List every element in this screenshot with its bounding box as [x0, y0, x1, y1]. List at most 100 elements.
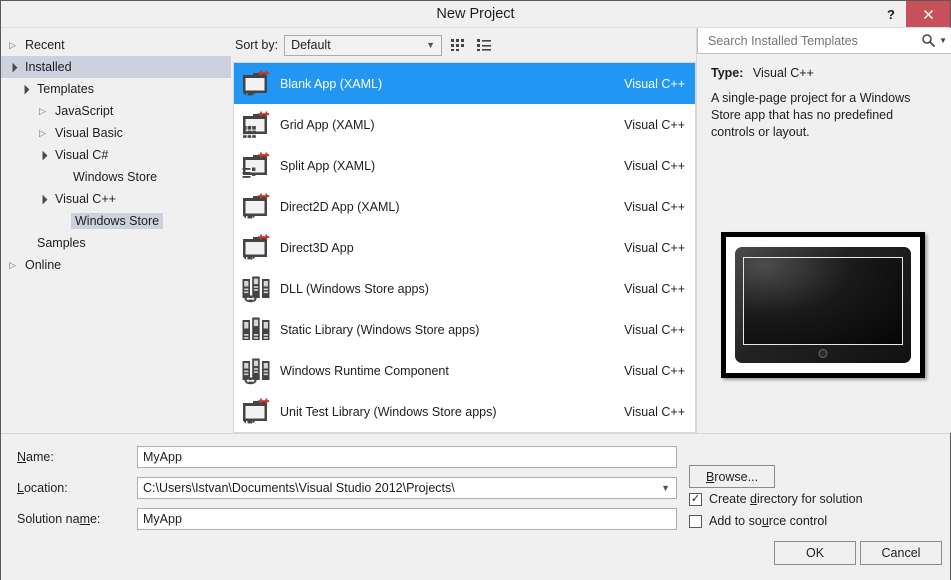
- solution-name-label: Solution name:: [17, 511, 101, 526]
- template-name: Windows Runtime Component: [280, 363, 449, 378]
- template-name: Blank App (XAML): [280, 76, 383, 91]
- type-line: Type: Visual C++: [711, 66, 939, 80]
- chevron-right-icon[interactable]: [39, 128, 53, 139]
- static-library-icon: [242, 317, 270, 340]
- type-value: Visual C++: [752, 66, 814, 80]
- tree-item-label: Samples: [37, 236, 86, 250]
- template-list-item[interactable]: Direct2D App (XAML) Visual C++: [234, 186, 695, 227]
- tree-item-visual-c-[interactable]: Visual C#: [1, 144, 231, 166]
- tree-item-windows-store[interactable]: Windows Store: [1, 210, 231, 232]
- template-list-item[interactable]: Blank App (XAML) Visual C++: [234, 63, 695, 104]
- device-home-button: [818, 349, 828, 358]
- chevron-right-icon[interactable]: [9, 40, 23, 51]
- checkbox-box: [689, 514, 702, 528]
- tree-item-label: Installed: [25, 60, 72, 74]
- window-title: New Project: [436, 5, 515, 22]
- chevron-down-icon[interactable]: [39, 194, 53, 205]
- check-icon: ✓: [690, 492, 701, 505]
- chevron-right-icon[interactable]: [39, 106, 53, 117]
- chevron-right-icon[interactable]: [9, 260, 23, 271]
- template-preview-image: [721, 232, 925, 378]
- chevron-down-icon[interactable]: [39, 150, 53, 161]
- list-view-button[interactable]: [474, 35, 494, 55]
- template-language: Visual C++: [624, 404, 685, 419]
- template-list[interactable]: Blank App (XAML) Visual C++ Grid App (XAML…: [233, 62, 696, 433]
- cancel-button[interactable]: Cancel: [860, 541, 942, 565]
- template-list-item[interactable]: Split App (XAML) Visual C++: [234, 145, 695, 186]
- project-settings-form: Name: Location: C:\Users\Istvan\Document…: [1, 433, 950, 580]
- tree-item-online[interactable]: Online: [1, 254, 231, 276]
- tree-item-samples[interactable]: Samples: [1, 232, 231, 254]
- search-button[interactable]: ▼: [921, 33, 947, 48]
- help-button[interactable]: ?: [876, 1, 906, 27]
- template-list-item[interactable]: Grid App (XAML) Visual C++: [234, 104, 695, 145]
- search-box[interactable]: ▼: [697, 28, 951, 54]
- template-name: Direct3D App: [280, 240, 354, 255]
- template-details: Type: Visual C++ A single-page project f…: [697, 54, 951, 433]
- template-list-item[interactable]: Unit Test Library (Windows Store apps) Vi…: [234, 391, 695, 432]
- search-icon: [922, 34, 936, 48]
- template-language: Visual C++: [624, 281, 685, 296]
- split-app-icon: [240, 150, 272, 182]
- dialog-body: Recent Installed Templates JavaScript Visual…: [1, 28, 951, 433]
- tiles-view-icon: [451, 39, 465, 51]
- tree-item-label: JavaScript: [55, 104, 114, 118]
- new-project-dialog: New Project ? Recent Installed Templates Ja…: [0, 0, 951, 580]
- sort-by-label: Sort by:: [235, 38, 279, 52]
- chevron-down-icon[interactable]: ▼: [661, 483, 670, 493]
- search-input[interactable]: [706, 32, 922, 49]
- window-plusplus-icon: [243, 193, 270, 218]
- chevron-down-icon[interactable]: [9, 62, 23, 73]
- add-source-control-checkbox[interactable]: Add to source control: [689, 514, 827, 528]
- template-name: Direct2D App (XAML): [280, 199, 400, 214]
- template-name: Grid App (XAML): [280, 117, 375, 132]
- device-screen: [743, 256, 903, 345]
- template-name: DLL (Windows Store apps): [280, 281, 429, 296]
- template-language: Visual C++: [624, 199, 685, 214]
- add-source-control-label: Add to source control: [709, 514, 828, 528]
- tree-item-label: Windows Store: [71, 213, 164, 229]
- tree-item-visual-basic[interactable]: Visual Basic: [1, 122, 231, 144]
- location-label: Location:: [17, 480, 68, 495]
- template-list-item[interactable]: Direct3D App Visual C++: [234, 227, 695, 268]
- list-view-icon: [477, 39, 492, 51]
- sort-bar: Sort by: Default ▼: [231, 28, 696, 62]
- dll-library-icon: [242, 276, 270, 302]
- solution-name-input[interactable]: [137, 507, 677, 530]
- browse-button[interactable]: Browse...: [689, 465, 775, 488]
- tiles-view-button[interactable]: [448, 35, 468, 55]
- window-plusplus-icon: [240, 191, 272, 223]
- name-input[interactable]: [137, 445, 677, 468]
- location-value: C:\Users\Istvan\Documents\Visual Studio …: [143, 480, 455, 495]
- template-language: Visual C++: [624, 117, 685, 132]
- tree-item-javascript[interactable]: JavaScript: [1, 100, 231, 122]
- template-language: Visual C++: [624, 240, 685, 255]
- template-list-item[interactable]: Static Library (Windows Store apps) Visua…: [234, 309, 695, 350]
- location-combobox[interactable]: C:\Users\Istvan\Documents\Visual Studio …: [137, 476, 677, 499]
- ok-button[interactable]: OK: [774, 541, 856, 565]
- tree-item-label: Online: [25, 258, 62, 272]
- tree-item-label: Windows Store: [73, 170, 158, 184]
- sort-by-select[interactable]: Default ▼: [284, 34, 443, 56]
- close-button[interactable]: [906, 1, 950, 27]
- window-plusplus-icon: [243, 398, 270, 423]
- grid-app-icon: [243, 111, 270, 138]
- chevron-down-icon[interactable]: [21, 84, 35, 95]
- create-directory-checkbox[interactable]: ✓ Create directory for solution: [689, 492, 863, 506]
- close-icon: [923, 9, 933, 19]
- window-plusplus-icon: [243, 234, 270, 259]
- tree-item-visual-c-[interactable]: Visual C++: [1, 188, 231, 210]
- tree-item-templates[interactable]: Templates: [1, 78, 231, 100]
- tree-item-recent[interactable]: Recent: [1, 34, 231, 56]
- tablet-device-preview: [735, 247, 911, 363]
- template-list-item[interactable]: Windows Runtime Component Visual C++: [234, 350, 695, 391]
- window-plusplus-icon: [240, 396, 272, 428]
- template-list-item[interactable]: DLL (Windows Store apps) Visual C++: [234, 268, 695, 309]
- create-directory-label: Create directory for solution: [709, 492, 863, 506]
- template-description: A single-page project for a Windows Stor…: [711, 91, 911, 139]
- title-bar-buttons: ?: [876, 1, 950, 27]
- static-library-icon: [240, 314, 272, 346]
- template-pane: Sort by: Default ▼ Blank App (XAML) Visu…: [231, 28, 696, 433]
- tree-item-installed[interactable]: Installed: [1, 56, 231, 78]
- tree-item-windows-store[interactable]: Windows Store: [1, 166, 231, 188]
